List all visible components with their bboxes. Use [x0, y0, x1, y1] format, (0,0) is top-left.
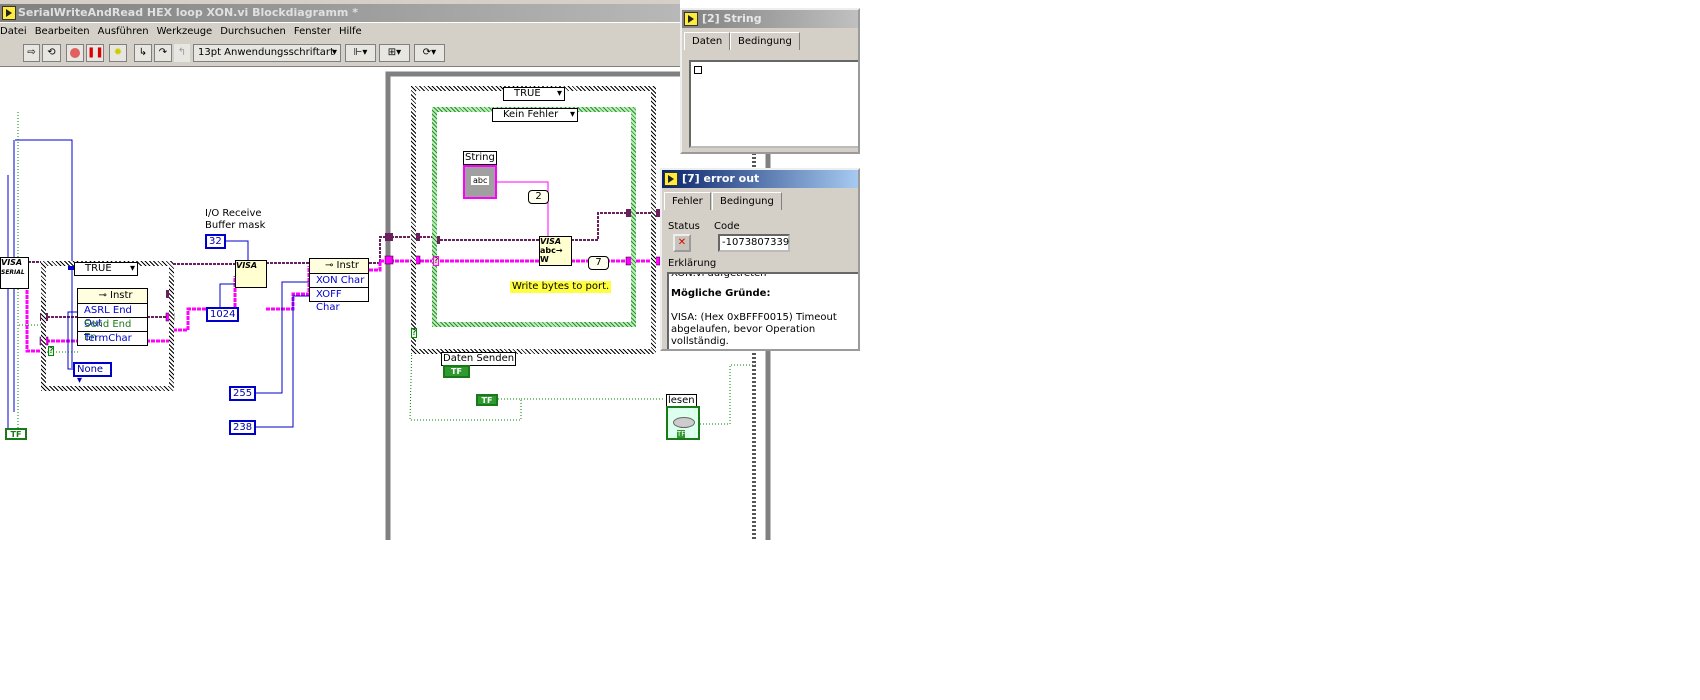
prop-header: Instr [336, 260, 360, 271]
visa-set-buffer-node[interactable]: VISA [235, 260, 267, 288]
inner-error-case-structure[interactable] [432, 107, 636, 327]
case-selector-value: TRUE [514, 88, 541, 99]
probe-2-badge[interactable]: 2 [528, 190, 549, 204]
property-send-end-en[interactable]: Send End En [78, 317, 147, 343]
property-node-2[interactable]: ⊸ Instr XON Char XOFF Char [309, 258, 369, 313]
string-label: String [463, 151, 497, 165]
tab-bedingung[interactable]: Bedingung [712, 192, 782, 210]
code-label: Code [714, 221, 740, 232]
status-label: Status [668, 221, 700, 232]
const-1024[interactable]: 1024 [206, 307, 240, 322]
empty-string-indicator [694, 66, 702, 74]
visa-serial-sub: SERIAL [1, 269, 25, 276]
probe-icon [684, 12, 698, 26]
visa-serial-label: VISA [1, 258, 23, 267]
string-probe-value [689, 60, 858, 148]
string-control-terminal[interactable]: abc [463, 165, 497, 199]
enum-none[interactable]: None ▾ [73, 362, 112, 386]
selector-terminal: ? [411, 328, 418, 338]
tunnel [384, 255, 394, 265]
daten-senden-label: Daten Senden [441, 352, 517, 366]
reason-text: VISA: (Hex 0xBFFF0015) Timeout abgelaufe… [671, 312, 837, 347]
buffer-mask-label: I/O Receive Buffer mask [205, 208, 266, 231]
lesen-button-terminal[interactable]: TF [666, 406, 700, 440]
inner-case-selector[interactable]: Kein Fehler ▾ [492, 108, 578, 122]
bool-constant[interactable]: TF [476, 394, 498, 406]
property-node-header: ⊸ Instr [310, 259, 368, 273]
string-glyph: abc [471, 176, 490, 185]
probe-7-badge[interactable]: 7 [588, 256, 609, 270]
numeric-wire [219, 283, 235, 307]
daten-senden-terminal[interactable]: TF [443, 365, 470, 378]
property-termchar[interactable]: TermChar [78, 331, 147, 345]
visa-write-node[interactable]: VISA abc→ W [539, 236, 572, 266]
selector-terminal: ? [433, 256, 440, 266]
string-probe-title-bar[interactable]: [2] String [682, 10, 858, 28]
property-asrl-end-out[interactable]: ASRL End Out [78, 303, 147, 329]
chevron-down-icon: ▾ [556, 88, 562, 99]
bool-constant[interactable]: TF [5, 428, 27, 440]
left-case-selector[interactable]: TRUE ▾ [74, 262, 138, 276]
error-probe-title-bar[interactable]: [7] error out [662, 170, 858, 188]
property-xoff-char[interactable]: XOFF Char [310, 287, 368, 313]
property-xon-char[interactable]: XON Char [310, 273, 368, 287]
numeric-wire [222, 240, 249, 261]
tab-fehler[interactable]: Fehler [664, 192, 711, 210]
error-probe-window[interactable]: [7] error out Fehler Bedingung Status ✕ … [660, 168, 860, 351]
selector-terminal: ? [48, 346, 55, 356]
tunnel [385, 233, 393, 241]
tab-daten[interactable]: Daten [684, 32, 731, 50]
visa-serial-node[interactable]: VISA SERIAL [0, 257, 29, 289]
code-value: -1073807339 [718, 234, 790, 252]
error-probe-title: [7] error out [682, 172, 760, 185]
numeric-wire [251, 281, 309, 394]
explain-label: Erklärung [668, 258, 717, 269]
lesen-tf: TF [677, 430, 686, 438]
visa-node-label: VISA [236, 261, 258, 270]
const-255[interactable]: 255 [229, 386, 257, 401]
prop-header: Instr [110, 290, 133, 301]
probe-icon [664, 172, 678, 186]
explain-text: XON.vi aufgetreten Mögliche Gründe: VISA… [667, 272, 858, 349]
chevron-down-icon: ▾ [129, 263, 135, 274]
comment-label: Write bytes to port. [510, 281, 612, 293]
error-wire [266, 266, 311, 311]
visa-write-label: VISA [540, 237, 562, 246]
const-238[interactable]: 238 [229, 420, 257, 435]
enum-value: None [77, 364, 104, 375]
property-node-1[interactable]: ⊸ Instr ASRL End Out Send End En TermCha… [77, 288, 148, 346]
string-probe-window[interactable]: [2] String Daten Bedingung [680, 8, 860, 154]
chevron-down-icon: ▾ [569, 109, 575, 120]
case-selector-value: TRUE [85, 263, 112, 274]
bool-wire [700, 364, 756, 425]
outer-case-selector[interactable]: TRUE ▾ [503, 87, 565, 101]
property-node-header: ⊸ Instr [78, 289, 147, 303]
reasons-heading: Mögliche Gründe: [671, 288, 771, 299]
string-probe-title: [2] String [702, 12, 762, 25]
tab-bedingung[interactable]: Bedingung [730, 32, 800, 50]
const-32[interactable]: 32 [205, 234, 226, 249]
status-error-x-icon: ✕ [673, 234, 691, 252]
case-selector-value: Kein Fehler [503, 109, 559, 120]
explain-cut-line: XON.vi aufgetreten [671, 272, 767, 279]
numeric-wire [251, 295, 309, 428]
